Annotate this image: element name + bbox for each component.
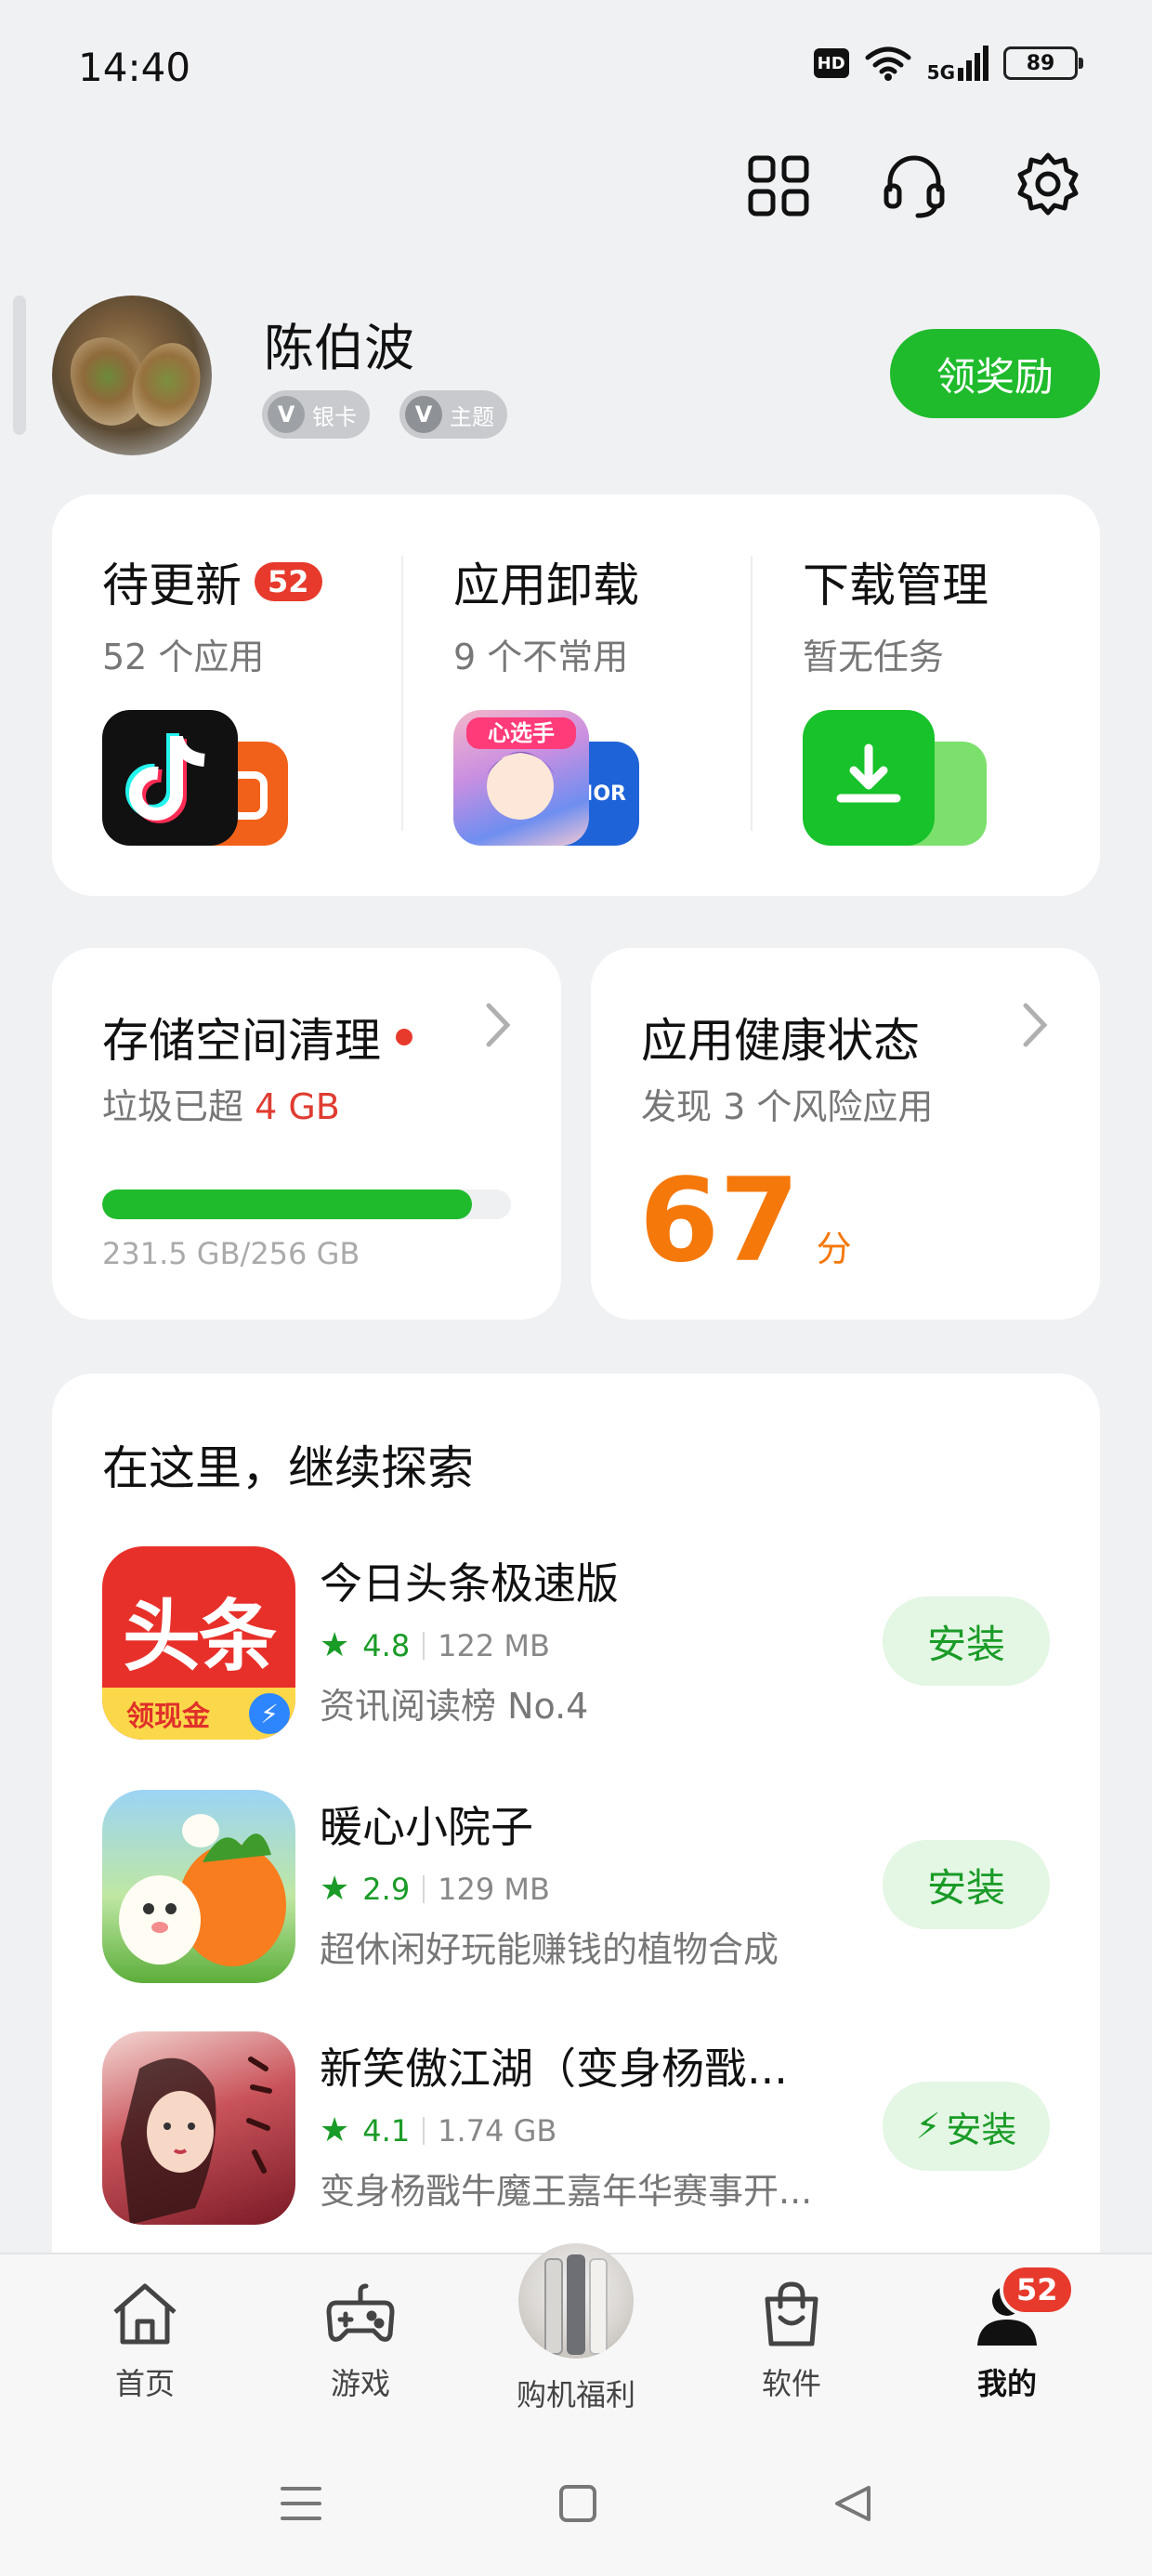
lightning-icon: ⚡ [915,2106,941,2147]
claim-reward-button[interactable]: 领奖励 [890,329,1100,418]
nav-software[interactable]: 软件 [717,2277,866,2403]
xiaoao-jianghu-app-icon[interactable] [102,2031,295,2225]
back-triangle-icon[interactable] [825,2476,881,2531]
mine-count-badge: 52 [1000,2264,1075,2316]
health-sub: 发现 3 个风险应用 [641,1086,934,1127]
chevron-right-icon [481,1000,513,1062]
download-icon [803,710,935,846]
update-count-badge: 52 [255,562,322,601]
storage-usage: 231.5 GB/256 GB [102,1236,360,1271]
health-score: 67 分 [639,1163,852,1279]
download-manager-sub: 暂无任务 [803,637,945,677]
app-size: 122 MB [438,1627,550,1663]
app-desc: 超休闲好玩能赚钱的植物合成 [320,1929,779,1970]
storage-progress-fill [102,1189,472,1219]
fast-install-button[interactable]: ⚡ 安装 [883,2082,1050,2171]
shopping-bag-icon [765,2281,818,2346]
silver-card-badge[interactable]: V 银卡 [262,390,370,439]
app-desc: 资讯阅读榜 No.4 [320,1686,589,1727]
username[interactable]: 陈伯波 [264,307,414,380]
app-rating: 4.8 [362,1627,411,1663]
drawer-handle[interactable] [13,296,26,435]
gear-icon[interactable] [1013,151,1083,221]
app-name: 新笑傲江湖（变身杨戬... [320,2044,788,2094]
avatar[interactable] [52,296,212,455]
headset-icon[interactable] [879,151,949,221]
app-rating: 2.9 [362,1871,411,1907]
app-desc: 变身杨戬牛魔王嘉年华赛事开... [320,2171,813,2212]
theme-v-icon: V [405,396,442,433]
status-icons: HD 5G 89 [813,45,1083,82]
warm-garden-app-icon[interactable] [102,1790,295,1983]
red-dot-indicator [396,1029,412,1045]
nav-deals[interactable]: 购机福利 [502,2372,650,2414]
app-size: 129 MB [438,1871,550,1907]
app-uninstall[interactable]: 应用卸载 9 个不常用 [453,548,760,679]
hd-icon: HD [813,48,849,78]
svg-text:心选手: 心选手 [488,720,555,746]
game-app-icon: 心选手 [453,710,589,846]
star-icon: ★ [320,1870,350,1908]
health-score-unit: 分 [816,1229,852,1269]
explore-title: 在这里，继续探索 [102,1441,474,1495]
download-manager-title: 下载管理 [803,559,988,612]
nav-games[interactable]: 游戏 [286,2277,435,2403]
tiktok-app-icon [102,710,238,846]
storage-sub: 垃圾已超 4 GB [102,1086,340,1127]
wifi-icon [865,46,911,81]
storage-title-row: 存储空间清理 [102,1004,412,1071]
storage-progress-bar [102,1189,511,1219]
app-name: 今日头条极速版 [320,1558,619,1609]
theme-badge[interactable]: V 主题 [399,390,507,439]
signal-icon: 5G [927,46,988,82]
battery-icon: 89 [1003,46,1083,80]
junk-size: 4 GB [255,1086,340,1127]
install-button[interactable]: 安装 [883,1840,1050,1929]
home-icon [113,2283,177,2345]
menu-icon[interactable] [273,2476,329,2531]
chevron-right-icon [1018,1000,1050,1062]
app-size: 1.74 GB [438,2112,557,2149]
install-button[interactable]: 安装 [883,1597,1050,1686]
pending-updates-title: 待更新 [102,559,242,612]
app-info[interactable]: 新笑傲江湖（变身杨戬... ★ 4.1 1.74 GB 变身杨戬牛魔王嘉年华赛事… [320,2035,812,2214]
app-rating: 4.1 [362,2112,411,2149]
download-manager[interactable]: 下载管理 暂无任务 [803,548,1081,679]
v-badge-icon: V [268,396,305,433]
app-uninstall-title: 应用卸载 [453,559,639,612]
app-uninstall-sub: 9 个不常用 [453,637,629,677]
apps-grid-icon[interactable] [743,151,814,221]
nav-home[interactable]: 首页 [71,2277,219,2403]
home-square-icon[interactable] [550,2476,606,2531]
app-info[interactable]: 今日头条极速版 ★ 4.8 122 MB 资讯阅读榜 No.4 [320,1550,619,1728]
app-info[interactable]: 暖心小院子 ★ 2.9 129 MB 超休闲好玩能赚钱的植物合成 [320,1794,779,1972]
app-name: 暖心小院子 [320,1802,533,1852]
health-title: 应用健康状态 [641,1014,920,1068]
status-time: 14:40 [78,45,191,90]
health-score-value: 67 [639,1154,800,1288]
divider [401,556,403,831]
divider [751,556,753,831]
star-icon: ★ [320,2111,350,2149]
pending-updates[interactable]: 待更新 52 52 个应用 [102,548,409,679]
phone-deal-image[interactable] [518,2243,634,2359]
gamepad-icon [326,2283,395,2342]
toutiao-app-icon[interactable]: 头条 领现金 ⚡ [102,1546,295,1740]
storage-title: 存储空间清理 [102,1014,381,1068]
pending-updates-sub: 52 个应用 [102,637,265,677]
star-icon: ★ [320,1626,350,1664]
